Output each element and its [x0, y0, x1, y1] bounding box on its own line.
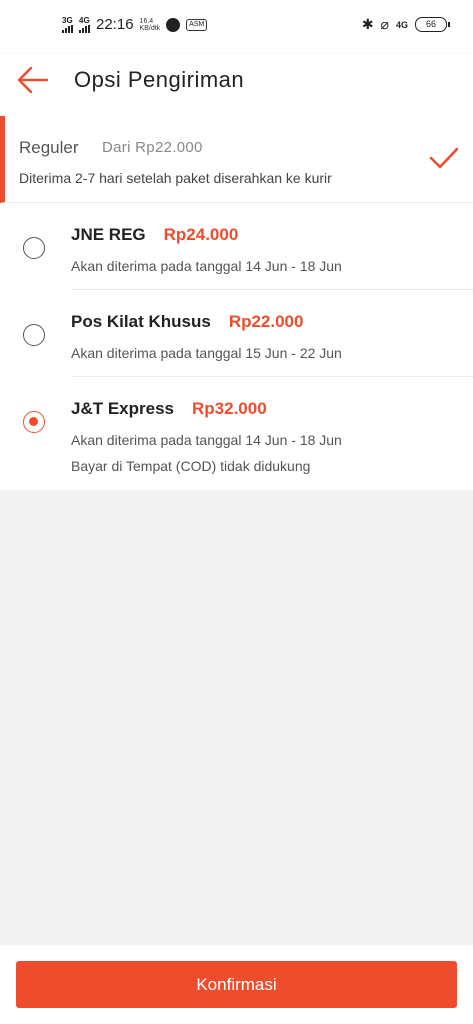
network-speed-unit: KB/dtk	[139, 24, 161, 32]
app-notification-icon: ASM	[186, 18, 208, 31]
bottom-bar: Konfirmasi	[0, 945, 473, 1024]
courier-name: Pos Kilat Khusus Rp22.000	[71, 312, 303, 332]
network-label-1: 3G	[62, 15, 73, 25]
shipping-group-reguler[interactable]: Reguler Dari Rp22.000 Diterima 2-7 hari …	[0, 116, 473, 203]
network-speed-value: 16.4	[139, 17, 154, 25]
signal-4g-icon: 4G	[79, 15, 90, 33]
delivery-estimate: Akan diterima pada tanggal 14 Jun - 18 J…	[71, 258, 342, 274]
radio-button[interactable]	[23, 237, 45, 259]
radio-button[interactable]	[23, 324, 45, 346]
signal-3g-icon: 3G	[62, 15, 73, 33]
courier-name: J&T Express Rp32.000	[71, 399, 267, 419]
network-speed: 16.4 KB/dtk	[140, 18, 161, 32]
network-label-2: 4G	[79, 15, 90, 25]
check-icon	[429, 147, 459, 169]
app-header: Opsi Pengiriman	[0, 54, 473, 116]
status-bar: 3G 4G 22:16 16.4 KB/dtk ASM ✱ ⌀ 4G 66	[0, 0, 473, 54]
clock: 22:16	[96, 16, 134, 33]
delivery-estimate: Akan diterima pada tanggal 15 Jun - 22 J…	[71, 345, 342, 361]
courier-name-text: JNE REG	[71, 225, 146, 244]
option-body: J&T Express Rp32.000 Akan diterima pada t…	[71, 377, 473, 490]
shipping-options: Reguler Dari Rp22.000 Diterima 2-7 hari …	[0, 116, 473, 490]
radio-button-selected[interactable]	[23, 411, 45, 433]
battery-icon: 66	[415, 17, 450, 32]
courier-option-jnt-express[interactable]: J&T Express Rp32.000 Akan diterima pada t…	[0, 377, 473, 490]
network-4g-icon: 4G	[395, 19, 408, 30]
courier-price: Rp24.000	[163, 225, 239, 244]
option-body: JNE REG Rp24.000 Akan diterima pada tangg…	[71, 203, 473, 290]
back-arrow-icon[interactable]	[16, 65, 50, 95]
courier-option-jne-reg[interactable]: JNE REG Rp24.000 Akan diterima pada tangg…	[0, 203, 473, 290]
confirm-button[interactable]: Konfirmasi	[16, 961, 457, 1008]
courier-price: Rp22.000	[228, 312, 304, 331]
page-title: Opsi Pengiriman	[74, 67, 245, 92]
courier-name: JNE REG Rp24.000	[71, 225, 238, 245]
group-description: Diterima 2-7 hari setelah paket diserahk…	[19, 170, 332, 186]
mute-icon: ⌀	[380, 16, 389, 32]
bluetooth-icon: ✱	[361, 16, 374, 32]
group-price-from: Dari Rp22.000	[102, 139, 203, 156]
cod-note: Bayar di Tempat (COD) tidak didukung	[71, 458, 311, 474]
courier-name-text: J&T Express	[71, 399, 174, 418]
courier-option-pos-kilat-khusus[interactable]: Pos Kilat Khusus Rp22.000 Akan diterima p…	[0, 290, 473, 377]
status-right: ✱ ⌀ 4G 66	[361, 16, 450, 33]
notification-icon	[166, 17, 181, 32]
courier-price: Rp32.000	[192, 399, 267, 418]
delivery-estimate: Akan diterima pada tanggal 14 Jun - 18 J…	[71, 432, 342, 448]
status-left: 3G 4G 22:16 16.4 KB/dtk ASM	[62, 15, 208, 33]
courier-name-text: Pos Kilat Khusus	[71, 312, 211, 331]
option-body: Pos Kilat Khusus Rp22.000 Akan diterima p…	[71, 290, 473, 377]
group-name: Reguler	[19, 138, 79, 157]
